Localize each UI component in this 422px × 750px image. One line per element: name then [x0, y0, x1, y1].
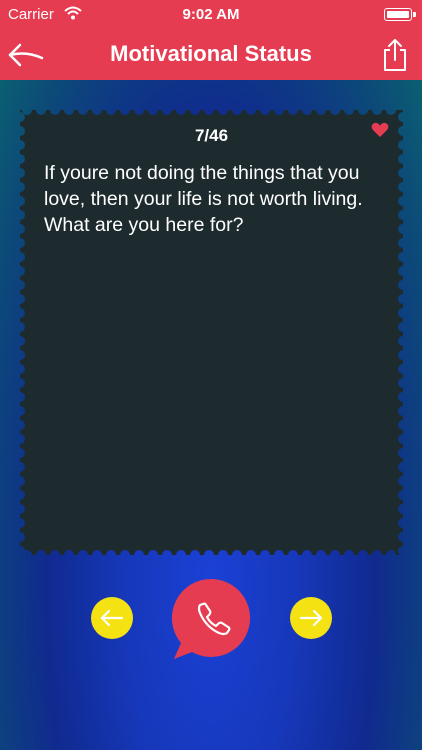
phone-bubble-icon [171, 578, 251, 659]
previous-button[interactable] [91, 597, 133, 639]
bottom-controls [0, 575, 422, 665]
arrow-left-icon [91, 597, 133, 639]
quote-counter: 7/46 [194, 126, 229, 145]
status-bar: Carrier 9:02 AM [0, 0, 422, 30]
status-time: 9:02 AM [182, 6, 240, 23]
nav-bar: Motivational Status [0, 30, 422, 80]
share-icon[interactable] [380, 36, 410, 74]
next-button[interactable] [290, 597, 332, 639]
arrow-right-icon [290, 597, 332, 639]
page-title: Motivational Status [110, 41, 312, 66]
quote-card: 7/46 If youre not doing the things that … [20, 110, 403, 555]
heart-icon[interactable] [371, 122, 389, 138]
quote-text: If youre not doing the things that you l… [44, 162, 363, 236]
battery-icon [384, 8, 416, 21]
call-button[interactable] [170, 577, 254, 661]
